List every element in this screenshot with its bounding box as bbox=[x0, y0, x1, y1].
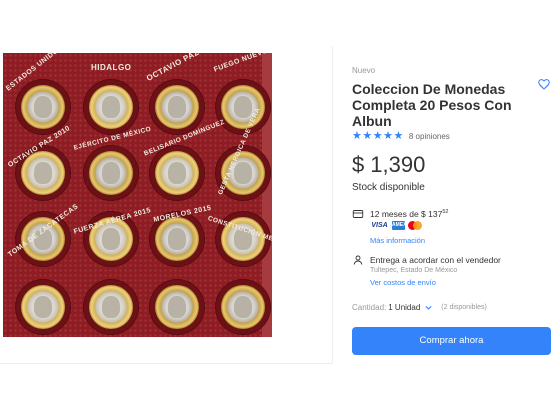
seller-location: Tultepec, Estado De México bbox=[370, 267, 458, 274]
condition-label: Nuevo bbox=[352, 66, 376, 75]
buy-now-button[interactable]: Comprar ahora bbox=[352, 327, 551, 355]
visa-logo: VISA bbox=[371, 222, 388, 229]
coin-slot bbox=[149, 279, 205, 335]
coin bbox=[155, 151, 199, 195]
coin-slot bbox=[15, 279, 71, 335]
chevron-down-icon[interactable] bbox=[424, 303, 433, 312]
credit-card-icon bbox=[352, 210, 364, 218]
coin-slot bbox=[149, 145, 205, 201]
coin-slot bbox=[83, 279, 139, 335]
product-gallery: ESTADOS UNIDOS MEXICANOS HIDALGO OCTAVIO… bbox=[0, 46, 333, 364]
coin bbox=[221, 285, 265, 329]
coin-slot bbox=[149, 79, 205, 135]
stock-status: Stock disponible bbox=[352, 182, 425, 193]
more-info-link[interactable]: Más información bbox=[370, 236, 425, 245]
payment-cards: VISA AMEX bbox=[370, 221, 422, 230]
price-amount: 1,390 bbox=[370, 152, 426, 177]
delivery-text: Entrega a acordar con el vendedor bbox=[370, 255, 501, 265]
product-photo[interactable]: ESTADOS UNIDOS MEXICANOS HIDALGO OCTAVIO… bbox=[3, 53, 272, 337]
installments-text: 12 meses de $ 13752 bbox=[370, 209, 449, 219]
mastercard-logo bbox=[408, 221, 422, 230]
price: $1,390 bbox=[352, 152, 425, 178]
coin-label: HIDALGO bbox=[91, 63, 132, 72]
coin-slot bbox=[83, 145, 139, 201]
coin-slot bbox=[215, 79, 271, 135]
coin bbox=[89, 85, 133, 129]
coin bbox=[221, 85, 265, 129]
rating[interactable]: ★ ★ ★ ★ ★ 8 opiniones bbox=[352, 130, 450, 142]
quantity-value[interactable]: 1 Unidad bbox=[388, 303, 420, 312]
star-icon: ★ bbox=[393, 130, 404, 142]
star-icon: ★ bbox=[372, 130, 383, 142]
available-units: (2 disponibles) bbox=[441, 304, 487, 311]
quantity-label: Cantidad: bbox=[352, 303, 387, 312]
coin bbox=[21, 285, 65, 329]
coin bbox=[155, 85, 199, 129]
coin bbox=[155, 217, 199, 261]
star-icon: ★ bbox=[362, 130, 373, 142]
currency-symbol: $ bbox=[352, 152, 365, 177]
coin-label: OCTAVIO PAZ 2000 bbox=[145, 53, 221, 83]
coin-slot bbox=[15, 79, 71, 135]
star-icon: ★ bbox=[383, 130, 393, 142]
coin bbox=[21, 85, 65, 129]
quantity-selector[interactable]: Cantidad: 1 Unidad (2 disponibles) bbox=[352, 303, 487, 312]
coin-slot bbox=[215, 279, 271, 335]
product-title: Coleccion De Monedas Completa 20 Pesos C… bbox=[352, 81, 512, 129]
coin bbox=[89, 285, 133, 329]
star-icon: ★ bbox=[352, 130, 362, 142]
shipping-costs-link[interactable]: Ver costos de envío bbox=[370, 278, 436, 287]
person-pin-icon bbox=[353, 255, 363, 265]
coin bbox=[155, 285, 199, 329]
opinions-count[interactable]: 8 opiniones bbox=[409, 132, 450, 141]
coin-slot bbox=[83, 79, 139, 135]
coin bbox=[89, 151, 133, 195]
heart-outline-icon[interactable] bbox=[537, 77, 551, 91]
amex-logo: AMEX bbox=[392, 221, 407, 230]
